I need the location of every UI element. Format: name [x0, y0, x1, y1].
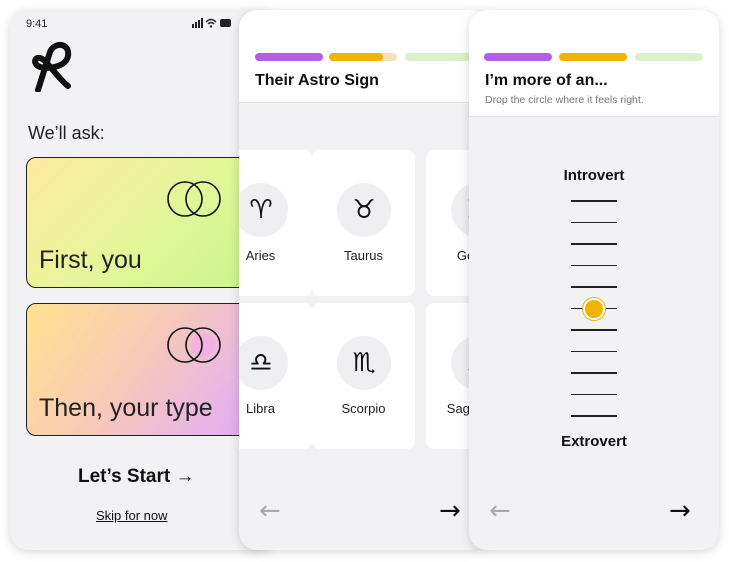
venn-icon — [165, 178, 225, 225]
first-you-card: First, you — [26, 157, 266, 288]
sign-tile-libra[interactable]: ♎︎ Libra — [239, 303, 312, 449]
ask-heading: We’ll ask: — [28, 123, 105, 143]
then-your-type-card: Then, your type — [26, 303, 266, 436]
venn-icon — [165, 324, 225, 371]
aries-icon: ♈︎ — [239, 183, 288, 237]
taurus-icon: ♉︎ — [337, 183, 391, 237]
card-label: Then, your type — [39, 394, 213, 422]
scale-tick[interactable] — [571, 286, 617, 288]
back-arrow-icon[interactable]: ← — [259, 498, 281, 524]
personality-screen: I’m more of an... Drop the circle where … — [469, 10, 719, 550]
scale-tick[interactable] — [571, 329, 617, 331]
sign-label: Taurus — [343, 248, 384, 263]
sign-label: Libra — [246, 401, 275, 416]
signal-wifi-battery-icons — [192, 18, 231, 28]
lets-start-button[interactable]: Let’s Start → — [78, 466, 195, 488]
scale-tick[interactable] — [571, 350, 617, 352]
scale-knob[interactable] — [583, 297, 605, 320]
brand-logo-icon — [30, 40, 76, 97]
sign-tile-scorpio[interactable]: ♏︎ Scorpio — [312, 303, 415, 449]
sign-label: Aries — [245, 248, 276, 263]
intro-screen: 9:41 We’ll ask: First, you Then, your ty… — [10, 10, 275, 550]
status-time: 9:41 — [26, 18, 48, 30]
screen-header: Their Astro Sign — [239, 10, 489, 103]
progress-step-1 — [484, 53, 552, 61]
page-title: I’m more of an... — [485, 72, 608, 89]
introvert-label: Introvert — [563, 167, 625, 184]
progress-step-2 — [329, 53, 397, 61]
scale-tick[interactable] — [571, 372, 617, 374]
card-label: First, you — [39, 246, 142, 274]
page-title: Their Astro Sign — [255, 72, 379, 89]
progress-step-1 — [255, 53, 323, 61]
scale-tick[interactable] — [571, 415, 617, 417]
extrovert-label: Extrovert — [561, 433, 627, 450]
scale-tick[interactable] — [571, 243, 617, 245]
progress-step-3 — [635, 53, 703, 61]
next-arrow-icon[interactable]: → — [669, 498, 691, 524]
scale-tick[interactable] — [571, 264, 617, 266]
page-subtitle: Drop the circle where it feels right. — [485, 94, 644, 106]
screen-header: I’m more of an... Drop the circle where … — [469, 10, 719, 117]
progress-step-2 — [559, 53, 627, 61]
scale-tick[interactable] — [571, 200, 617, 202]
scale-tick[interactable] — [571, 221, 617, 223]
status-icons — [192, 18, 232, 31]
sign-tile-aries[interactable]: ♈︎ Aries — [239, 150, 312, 296]
astro-sign-screen: Their Astro Sign ♈︎ Aries ♉︎ Taurus ♊︎ G… — [239, 10, 489, 550]
back-arrow-icon[interactable]: ← — [489, 498, 511, 524]
skip-link[interactable]: Skip for now — [96, 508, 168, 523]
next-arrow-icon[interactable]: → — [439, 498, 461, 524]
scorpio-icon: ♏︎ — [337, 336, 391, 390]
scale-tick[interactable] — [571, 393, 617, 395]
sign-tile-taurus[interactable]: ♉︎ Taurus — [312, 150, 415, 296]
libra-icon: ♎︎ — [239, 336, 288, 390]
sign-label: Scorpio — [341, 401, 386, 416]
